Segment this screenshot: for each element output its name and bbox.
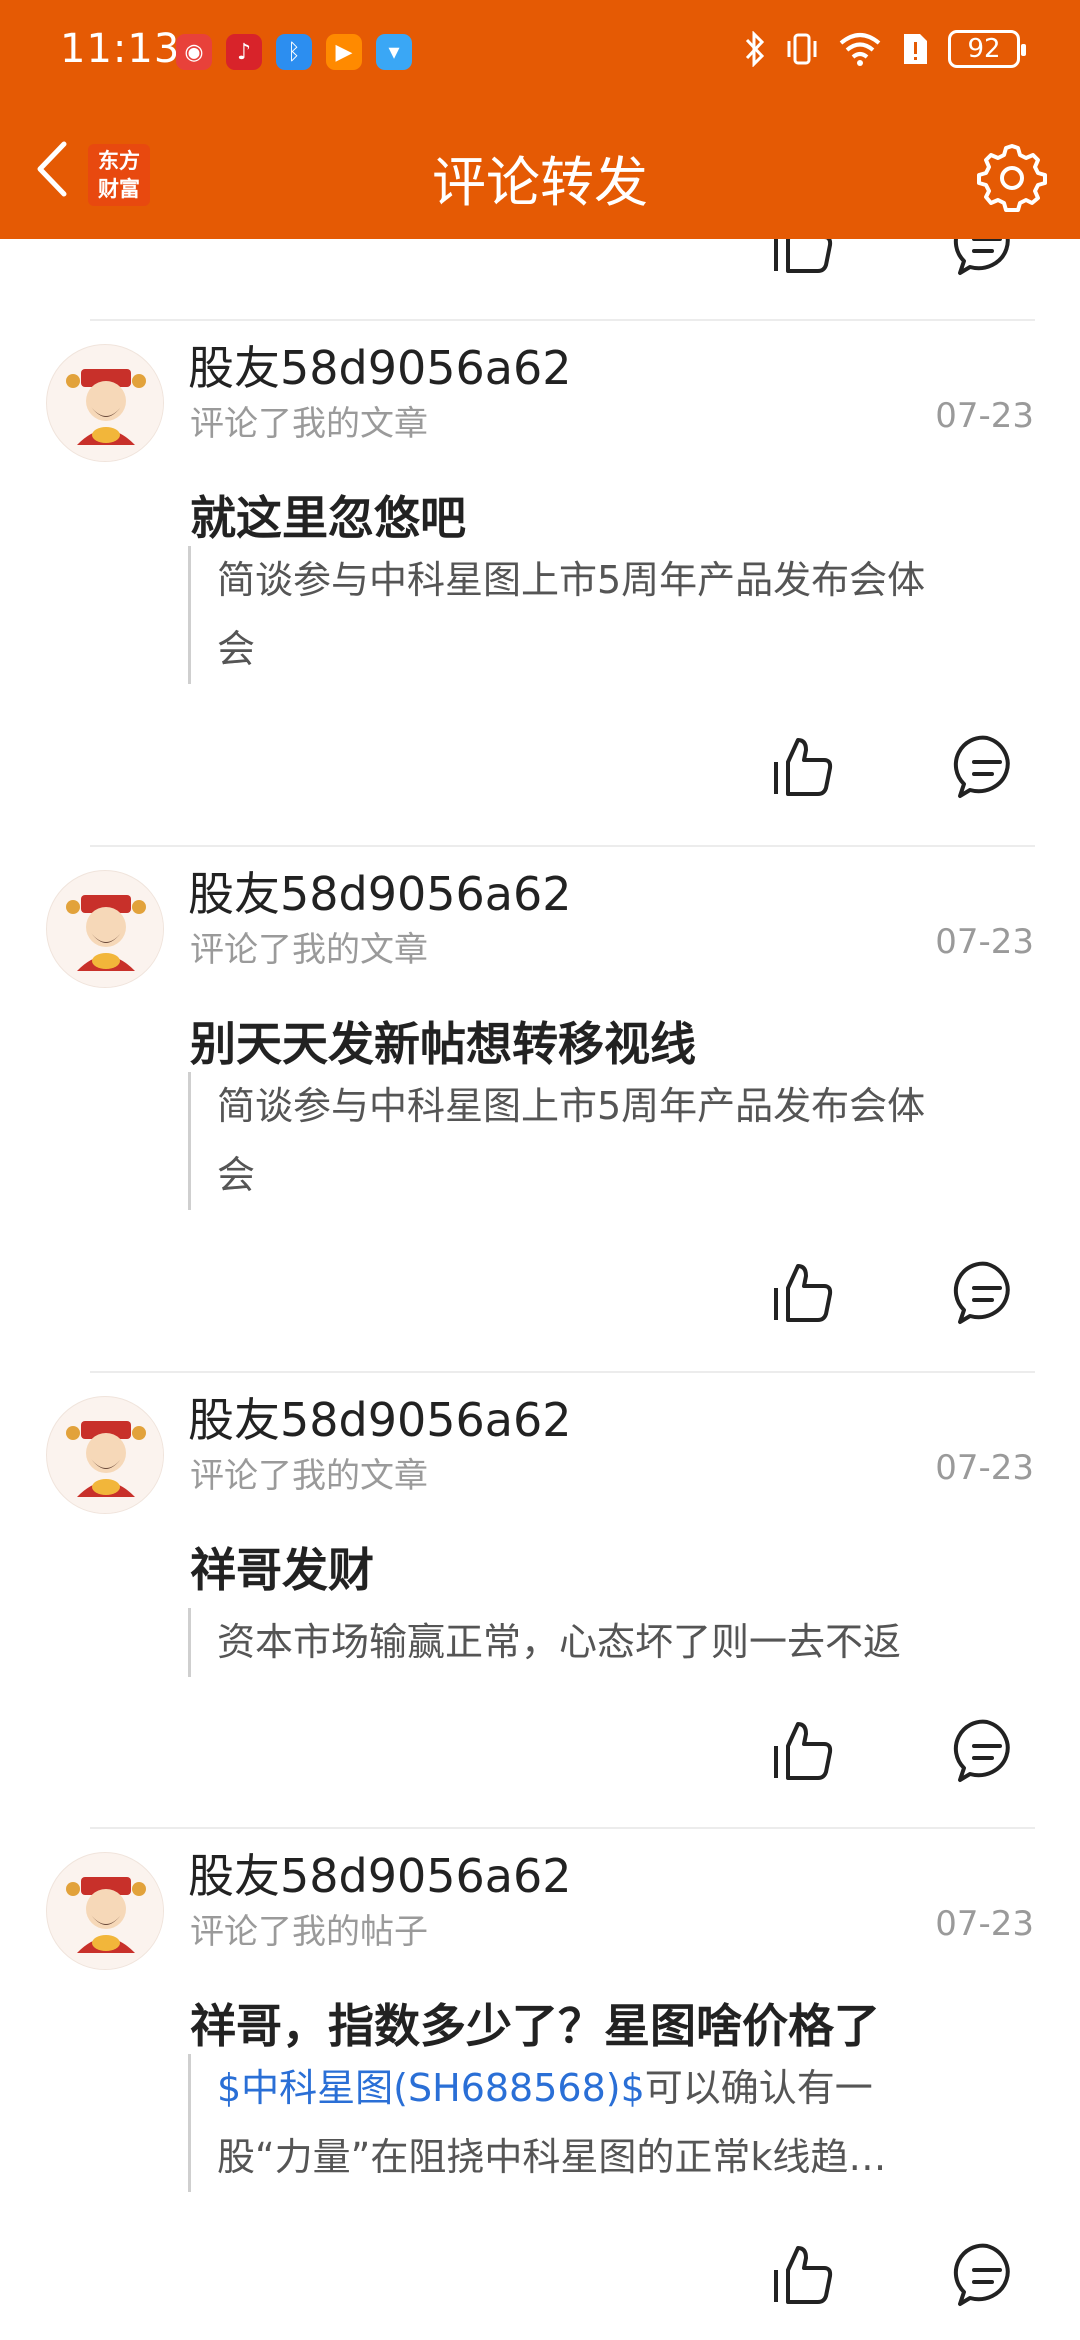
god-of-wealth-avatar-icon (48, 872, 163, 987)
avatar[interactable] (46, 1396, 164, 1514)
system-status: 92 (744, 30, 1026, 68)
reply-button[interactable] (952, 1258, 1022, 1328)
notification-icons: ◉ ♪ ᛒ ▶ ▾ (176, 34, 412, 70)
quoted-article[interactable]: 资本市场输赢正常，心态坏了则一去不返 (188, 1608, 1040, 1677)
reply-button[interactable] (952, 2240, 1022, 2310)
action-text: 评论了我的文章 (190, 1456, 428, 1496)
username[interactable]: 股友58d9056a62 (188, 858, 572, 924)
date: 07-23 (935, 1904, 1034, 1944)
bluetooth-icon (745, 31, 765, 67)
comment-bubble-icon[interactable] (952, 239, 1022, 279)
list-item[interactable]: 股友58d9056a62 评论了我的文章 07-23 祥哥发财 资本市场输赢正常… (0, 1372, 1080, 1827)
vibrate-icon (787, 33, 817, 65)
previous-item-actions (0, 239, 1080, 319)
god-of-wealth-avatar-icon (48, 346, 163, 461)
comment-text[interactable]: 就这里忽悠吧 (190, 482, 466, 548)
top-bar: 11:13 ◉ ♪ ᛒ ▶ ▾ 92 东方 财富 评论转发 (0, 0, 1080, 239)
list-item[interactable]: 股友58d9056a62 评论了我的帖子 07-23 祥哥，指数多少了？星图啥价… (0, 1828, 1080, 2340)
list-item[interactable]: 股友58d9056a62 评论了我的文章 07-23 别天天发新帖想转移视线 简… (0, 846, 1080, 1371)
wifi-icon (839, 33, 881, 66)
date: 07-23 (935, 922, 1034, 962)
status-time: 11:13 (60, 26, 181, 72)
reply-button[interactable] (952, 1716, 1022, 1786)
bluetooth-app-icon: ᛒ (276, 34, 312, 70)
comment-text[interactable]: 祥哥发财 (190, 1534, 374, 1600)
comment-text[interactable]: 别天天发新帖想转移视线 (190, 1008, 696, 1074)
god-of-wealth-avatar-icon (48, 1854, 163, 1969)
comment-list[interactable]: 股友58d9056a62 评论了我的文章 07-23 就这里忽悠吧 简谈参与中科… (0, 239, 1080, 2340)
avatar[interactable] (46, 344, 164, 462)
settings-button[interactable] (974, 140, 1050, 216)
quoted-article[interactable]: 简谈参与中科星图上市5周年产品发布会体 会 (188, 546, 1040, 684)
like-button[interactable] (768, 732, 838, 802)
status-bar: 11:13 ◉ ♪ ᛒ ▶ ▾ 92 (0, 0, 1080, 104)
date: 07-23 (935, 396, 1034, 436)
avatar[interactable] (46, 1852, 164, 1970)
username[interactable]: 股友58d9056a62 (188, 1840, 572, 1906)
navigation-bar: 东方 财富 评论转发 (0, 104, 1080, 239)
video-app-icon: ▶ (326, 34, 362, 70)
list-item[interactable]: 股友58d9056a62 评论了我的文章 07-23 就这里忽悠吧 简谈参与中科… (0, 320, 1080, 845)
notification-app-icon: ◉ (176, 34, 212, 70)
like-button[interactable] (768, 2240, 838, 2310)
like-button[interactable] (768, 1716, 838, 1786)
gear-icon (977, 144, 1047, 212)
action-text: 评论了我的帖子 (190, 1912, 428, 1952)
notification-app-icon: ▾ (376, 34, 412, 70)
alert-icon (904, 34, 927, 64)
notification-app-icon: ♪ (226, 34, 262, 70)
comment-text[interactable]: 祥哥，指数多少了？星图啥价格了 (190, 1990, 880, 2056)
reply-button[interactable] (952, 732, 1022, 802)
date: 07-23 (935, 1448, 1034, 1488)
stock-link[interactable]: $中科星图(SH688568)$ (217, 2066, 645, 2110)
action-text: 评论了我的文章 (190, 930, 428, 970)
god-of-wealth-avatar-icon (48, 1398, 163, 1513)
action-text: 评论了我的文章 (190, 404, 428, 444)
username[interactable]: 股友58d9056a62 (188, 332, 572, 398)
battery-indicator: 92 (948, 30, 1026, 68)
username[interactable]: 股友58d9056a62 (188, 1384, 572, 1450)
quoted-article[interactable]: 简谈参与中科星图上市5周年产品发布会体 会 (188, 1072, 1040, 1210)
avatar[interactable] (46, 870, 164, 988)
quoted-post[interactable]: $中科星图(SH688568)$可以确认有一 股“力量”在阻挠中科星图的正常k线… (188, 2054, 1040, 2192)
thumbs-up-icon[interactable] (768, 239, 838, 279)
like-button[interactable] (768, 1258, 838, 1328)
page-title: 评论转发 (432, 151, 648, 214)
